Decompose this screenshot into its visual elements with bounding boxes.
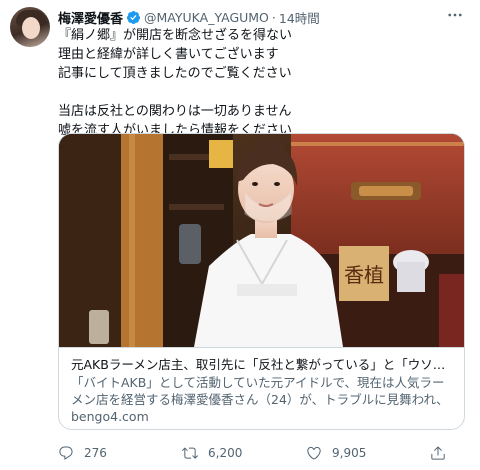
share-button[interactable] — [430, 445, 456, 461]
retweet-button[interactable]: 6,200 — [182, 445, 242, 461]
verified-badge-icon — [126, 10, 141, 24]
tweet-text-line: 理由と経緯が詳しく書いてございます — [58, 47, 279, 62]
share-icon — [431, 446, 445, 460]
link-preview-title: 元AKBラーメン店主、取引先に「反社と繋がっている」と「ウソ」の… — [71, 357, 454, 372]
tweet-text-line: 記事にして頂きましたのでご覧ください — [58, 66, 292, 81]
retweet-icon — [182, 447, 198, 459]
link-preview-card[interactable]: 香植 元AKBラーメン店主、取引先に「反社と繋がっている」と「ウソ」の… 「バイ… — [58, 133, 465, 430]
retweet-count: 6,200 — [208, 446, 243, 460]
sign-text: 香植 — [344, 263, 384, 287]
avatar-face — [22, 17, 40, 39]
link-preview-description: 「バイトAKB」として活動していた元アイドルで、現在は人気ラーメン店を経営する梅… — [71, 375, 449, 407]
reply-button[interactable]: 276 — [58, 445, 107, 461]
tweet-actions: 276 6,200 9,905 — [58, 445, 468, 465]
tweet-text-line: 当店は反社との関わりは一切ありません — [58, 104, 292, 119]
like-button[interactable]: 9,905 — [306, 445, 366, 461]
heart-icon — [307, 446, 321, 460]
like-count: 9,905 — [332, 446, 367, 460]
display-name[interactable]: 梅澤愛優香 — [58, 8, 123, 27]
avatar[interactable] — [10, 7, 50, 47]
separator-dot: · — [271, 9, 276, 25]
tweet-text: 『絹ノ郷』が開店を断念せざるを得ない 理由と経緯が詳しく書いてございます 記事に… — [58, 26, 468, 140]
link-preview-meta[interactable]: 元AKBラーメン店主、取引先に「反社と繋がっている」と「ウソ」の… 「バイトAK… — [59, 347, 464, 429]
tweet-timestamp[interactable]: 14時間 — [279, 8, 320, 27]
reply-icon — [59, 446, 73, 460]
link-preview-domain: bengo4.com — [71, 409, 149, 424]
tweet-header: 梅澤愛優香 @MAYUKA_YAGUMO · 14時間 — [58, 8, 320, 27]
tweet[interactable]: 梅澤愛優香 @MAYUKA_YAGUMO · 14時間 『絹ノ郷』が開店を断念せ… — [0, 0, 480, 470]
ellipsis-icon — [448, 13, 462, 17]
photo-ramen-shop-owner: 香植 — [59, 134, 464, 347]
reply-count: 276 — [84, 446, 107, 460]
user-handle[interactable]: @MAYUKA_YAGUMO — [144, 10, 269, 25]
more-options-icon[interactable] — [444, 6, 466, 24]
link-preview-image[interactable]: 香植 — [59, 134, 464, 347]
tweet-text-line: 『絹ノ郷』が開店を断念せざるを得ない — [58, 28, 293, 43]
